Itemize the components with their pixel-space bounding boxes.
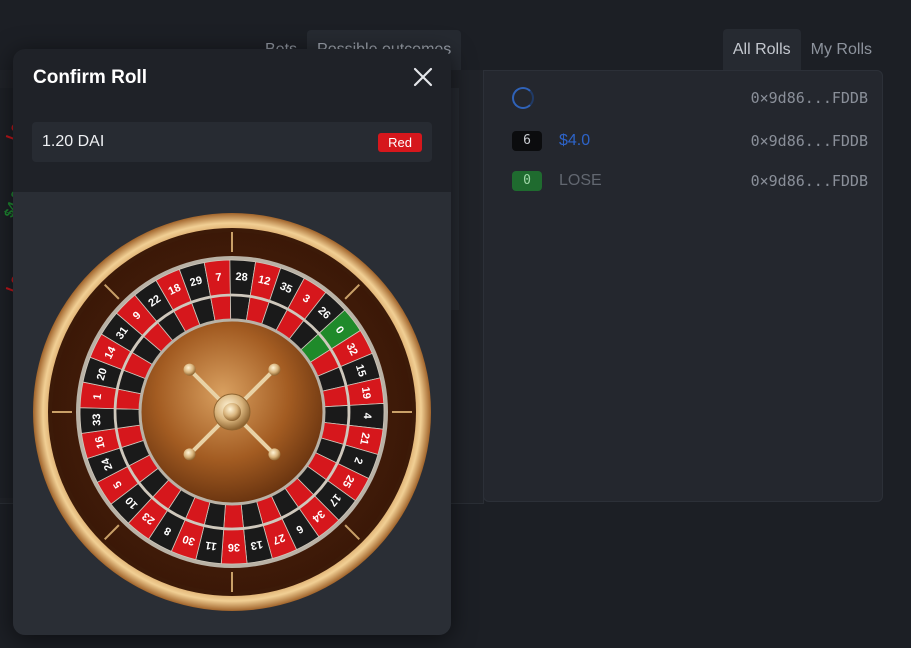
rolls-panel: 0×9d86...FDDB 6 $4.0 0×9d86...FDDB 0 LOS… [483,70,883,502]
close-icon[interactable] [411,65,435,89]
wheel-pocket [223,503,244,529]
turret-knob [183,448,196,461]
turret-knob [183,363,196,376]
wheel-number: 11 [204,539,217,553]
bets-inner-column [451,88,459,310]
loading-spinner-icon [512,87,534,109]
roll-address[interactable]: 0×9d86...FDDB [751,89,868,107]
wheel-number: 19 [359,386,373,400]
wheel-pocket [115,408,142,429]
turret-knob [268,448,281,461]
roll-row: 0 LOSE 0×9d86...FDDB [512,169,868,193]
turret-knob [268,363,281,376]
bet-amount: 1.20 DAI [42,133,105,150]
roll-result: LOSE [559,172,602,189]
wheel-number: 28 [235,271,248,284]
roll-number-badge: 0 [512,171,542,191]
tab-all-rolls[interactable]: All Rolls [722,29,801,71]
roll-number-badge: 6 [512,131,542,151]
roll-row: 6 $4.0 0×9d86...FDDB [512,129,868,153]
roll-row: 0×9d86...FDDB [512,86,868,110]
bet-color-badge: Red [378,133,422,152]
turret-cap [223,403,241,421]
wheel-number: 13 [250,538,264,552]
wheel-number: 21 [357,431,371,445]
confirm-roll-modal: Confirm Roll 1.20 DAI Red 0 32 15 19 4 21 2 25 1… [13,49,451,635]
bet-summary: 1.20 DAI Red [32,122,432,162]
wheel-pocket [322,405,349,426]
roll-address[interactable]: 0×9d86...FDDB [751,172,868,190]
wheel-area: 0 32 15 19 4 21 2 25 17 34 6 27 13 36 11 30 8 23 10 5 24 16 33… [13,192,451,635]
bets-side-strip: Lose $4.0 Lose [0,88,28,498]
wheel-number: 36 [228,541,240,553]
roll-address[interactable]: 0×9d86...FDDB [751,132,868,150]
roll-result: $4.0 [559,132,591,149]
roulette-wheel: 0321519421225173462713361130823105241633… [33,213,431,611]
tab-my-rolls[interactable]: My Rolls [801,29,882,71]
rolls-tabs: All Rolls My Rolls [722,29,882,71]
modal-title: Confirm Roll [33,67,147,88]
wheel-number: 33 [91,413,104,426]
wheel-number: 7 [215,271,222,284]
